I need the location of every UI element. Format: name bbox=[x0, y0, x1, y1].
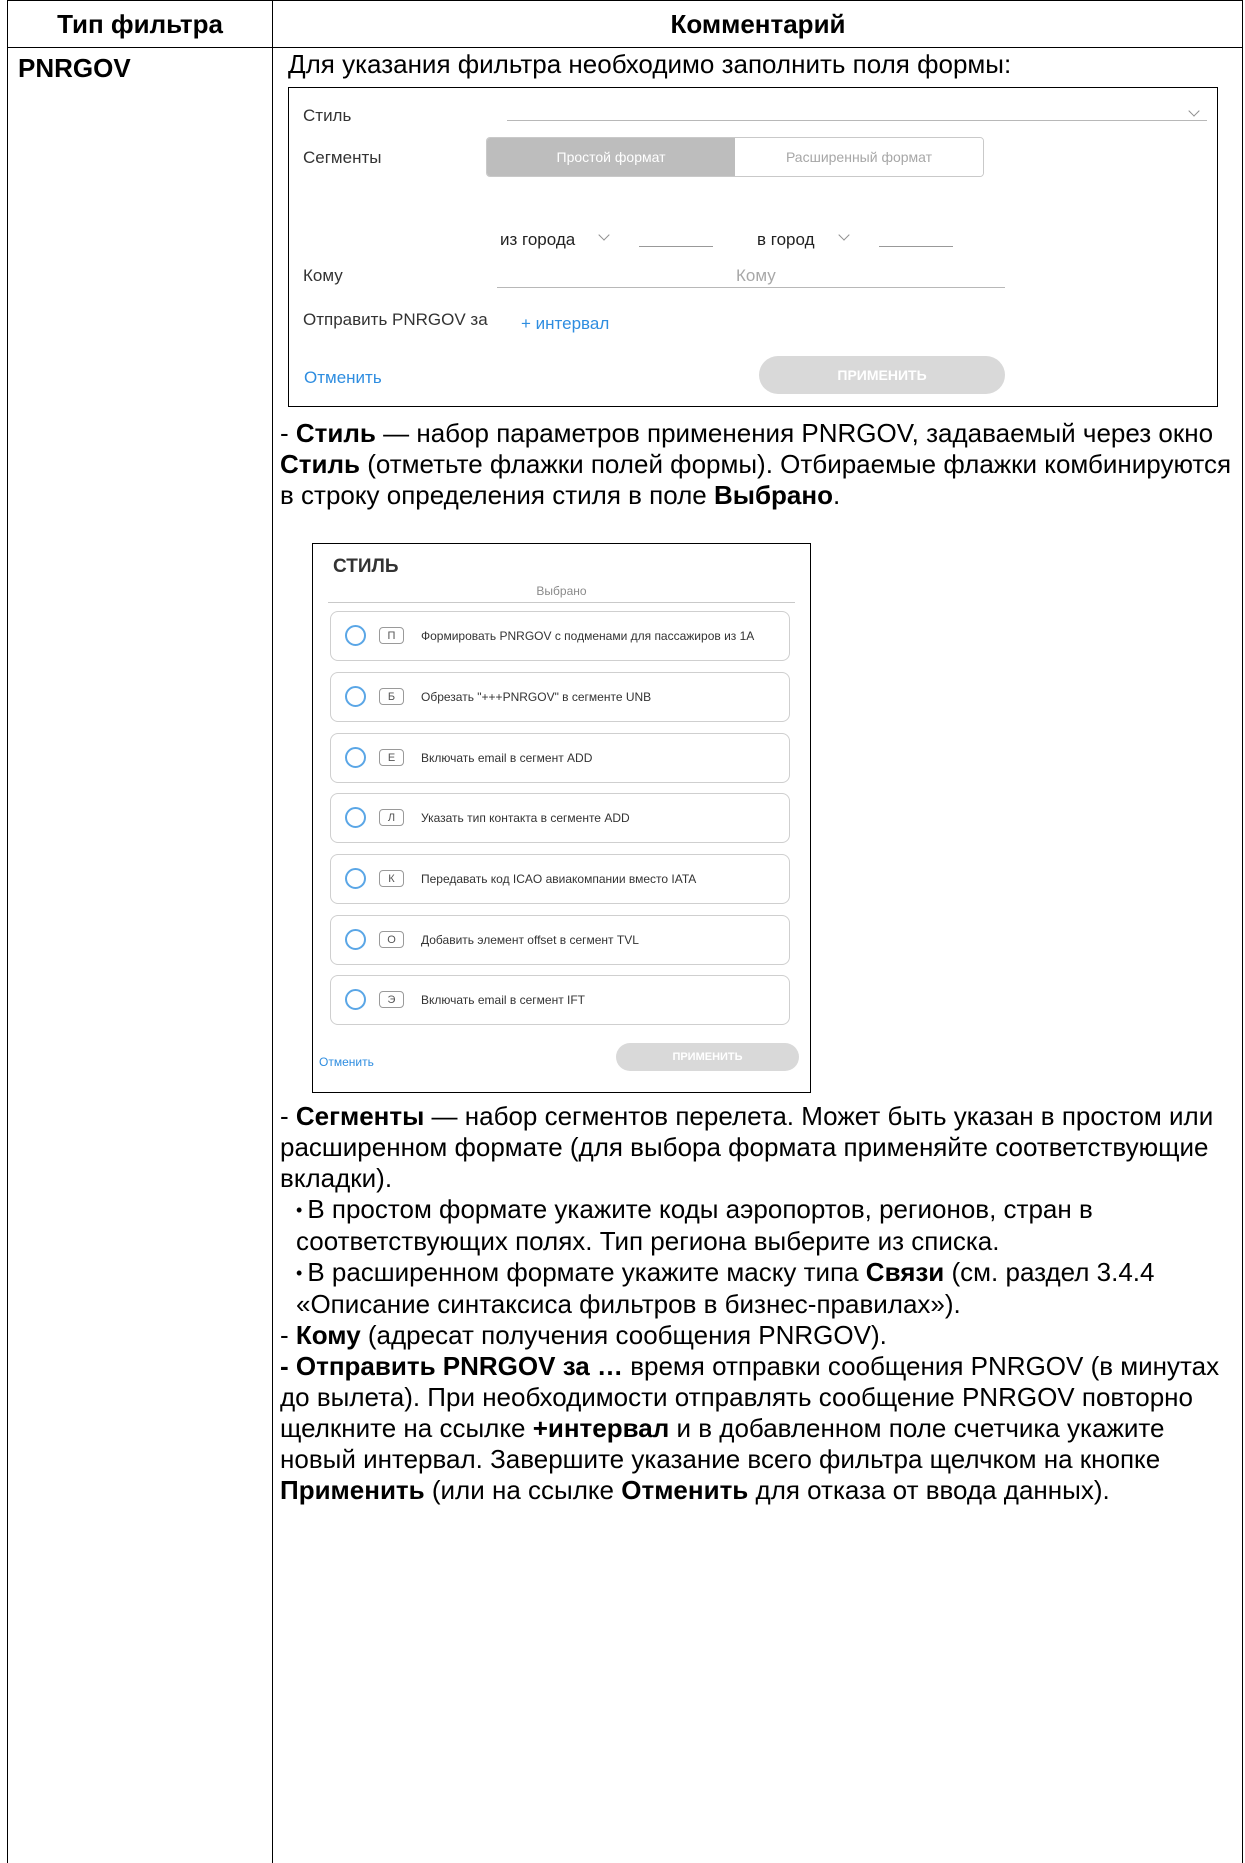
option-label: Обрезать "+++PNRGOV" в сегменте UNB bbox=[421, 690, 652, 704]
option-key-badge: П bbox=[379, 627, 404, 644]
style-option[interactable]: Э Включать email в сегмент IFT bbox=[330, 975, 790, 1025]
segments-term: Сегменты bbox=[295, 1101, 425, 1131]
segments-description: - Сегменты — набор сегментов перелета. М… bbox=[280, 1101, 1235, 1506]
option-label: Указать тип контакта в сегменте ADD bbox=[421, 811, 630, 825]
option-key-badge: О bbox=[379, 931, 404, 948]
option-label: Добавить элемент offset в сегмент TVL bbox=[421, 933, 639, 947]
dialog-cancel-link[interactable]: Отменить bbox=[319, 1055, 374, 1069]
bullet-simple-format: В простом формате укажите коды аэропорто… bbox=[280, 1194, 1235, 1257]
to-input[interactable] bbox=[497, 287, 1005, 288]
send-pnrgov-label: Отправить PNRGOV за bbox=[303, 310, 488, 329]
from-city-input[interactable] bbox=[639, 246, 713, 247]
to-label: Кому bbox=[303, 266, 343, 285]
style-option[interactable]: Л Указать тип контакта в сегменте ADD bbox=[330, 793, 790, 843]
option-label: Формировать PNRGOV с подменами для пасса… bbox=[421, 629, 755, 643]
selected-field bbox=[328, 602, 795, 603]
style-description: - Стиль — набор параметров применения PN… bbox=[280, 418, 1232, 510]
add-interval-link[interactable]: + интервал bbox=[521, 314, 609, 334]
checkbox-circle-icon[interactable] bbox=[345, 929, 366, 950]
send-description: - Отправить PNRGOV за … время отправки с… bbox=[280, 1351, 1220, 1505]
checkbox-circle-icon[interactable] bbox=[345, 747, 366, 768]
from-city-select[interactable]: из города bbox=[500, 230, 575, 250]
style-label: Стиль bbox=[303, 106, 352, 125]
option-label: Передавать код ICAO авиакомпании вместо … bbox=[421, 872, 697, 886]
header-filter-type: Тип фильтра bbox=[57, 8, 223, 39]
checkbox-circle-icon[interactable] bbox=[345, 868, 366, 889]
header-divider bbox=[8, 47, 1243, 48]
checkbox-circle-icon[interactable] bbox=[345, 807, 366, 828]
style-dialog: СТИЛЬ Выбрано П Формировать PNRGOV с под… bbox=[312, 543, 811, 1093]
from-city-chevron-down-icon[interactable] bbox=[598, 229, 610, 241]
filter-form: Стиль Сегменты Простой формат Расширенны… bbox=[288, 87, 1218, 407]
checkbox-circle-icon[interactable] bbox=[345, 686, 366, 707]
form-apply-button[interactable]: ПРИМЕНИТЬ bbox=[759, 356, 1005, 394]
style-select[interactable] bbox=[507, 120, 1207, 121]
option-label: Включать email в сегмент IFT bbox=[421, 993, 586, 1007]
style-option[interactable]: Б Обрезать "+++PNRGOV" в сегменте UNB bbox=[330, 672, 790, 722]
filter-type-value: PNRGOV bbox=[18, 53, 131, 83]
option-label: Включать email в сегмент ADD bbox=[421, 751, 593, 765]
tab-simple-format[interactable]: Простой формат bbox=[487, 138, 735, 176]
option-key-badge: К bbox=[379, 870, 404, 887]
style-option[interactable]: П Формировать PNRGOV с подменами для пас… bbox=[330, 611, 790, 661]
selected-label: Выбрано bbox=[536, 584, 587, 598]
header-comment: Комментарий bbox=[670, 8, 846, 39]
to-city-input[interactable] bbox=[879, 246, 953, 247]
style-term: Стиль bbox=[295, 418, 376, 448]
segments-label: Сегменты bbox=[303, 148, 382, 167]
option-key-badge: Б bbox=[379, 688, 404, 705]
style-chevron-down-icon[interactable] bbox=[1188, 105, 1200, 117]
form-cancel-link[interactable]: Отменить bbox=[304, 368, 382, 388]
option-key-badge: Л bbox=[379, 809, 404, 826]
to-description: - Кому (адресат получения сообщения PNRG… bbox=[280, 1320, 887, 1350]
to-city-chevron-down-icon[interactable] bbox=[838, 229, 850, 241]
checkbox-circle-icon[interactable] bbox=[345, 625, 366, 646]
segment-format-tabs: Простой формат Расширенный формат bbox=[486, 137, 984, 177]
style-option[interactable]: О Добавить элемент offset в сегмент TVL bbox=[330, 915, 790, 965]
checkbox-circle-icon[interactable] bbox=[345, 989, 366, 1010]
option-key-badge: Е bbox=[379, 749, 404, 766]
table-right-border bbox=[1242, 1, 1243, 1863]
style-option[interactable]: К Передавать код ICAO авиакомпании вмест… bbox=[330, 854, 790, 904]
intro-text: Для указания фильтра необходимо заполнит… bbox=[288, 49, 1012, 79]
to-input-placeholder: Кому bbox=[736, 266, 776, 285]
comment-cell: Для указания фильтра необходимо заполнит… bbox=[288, 49, 1243, 80]
style-dialog-title: СТИЛЬ bbox=[333, 556, 399, 577]
style-option[interactable]: Е Включать email в сегмент ADD bbox=[330, 733, 790, 783]
option-key-badge: Э bbox=[379, 991, 404, 1008]
dialog-apply-button[interactable]: ПРИМЕНИТЬ bbox=[616, 1043, 799, 1071]
bullet-extended-format: В расширенном формате укажите маску типа… bbox=[280, 1257, 1235, 1320]
tab-extended-format[interactable]: Расширенный формат bbox=[735, 138, 983, 176]
column-divider bbox=[272, 1, 273, 1863]
to-city-select[interactable]: в город bbox=[757, 230, 815, 250]
